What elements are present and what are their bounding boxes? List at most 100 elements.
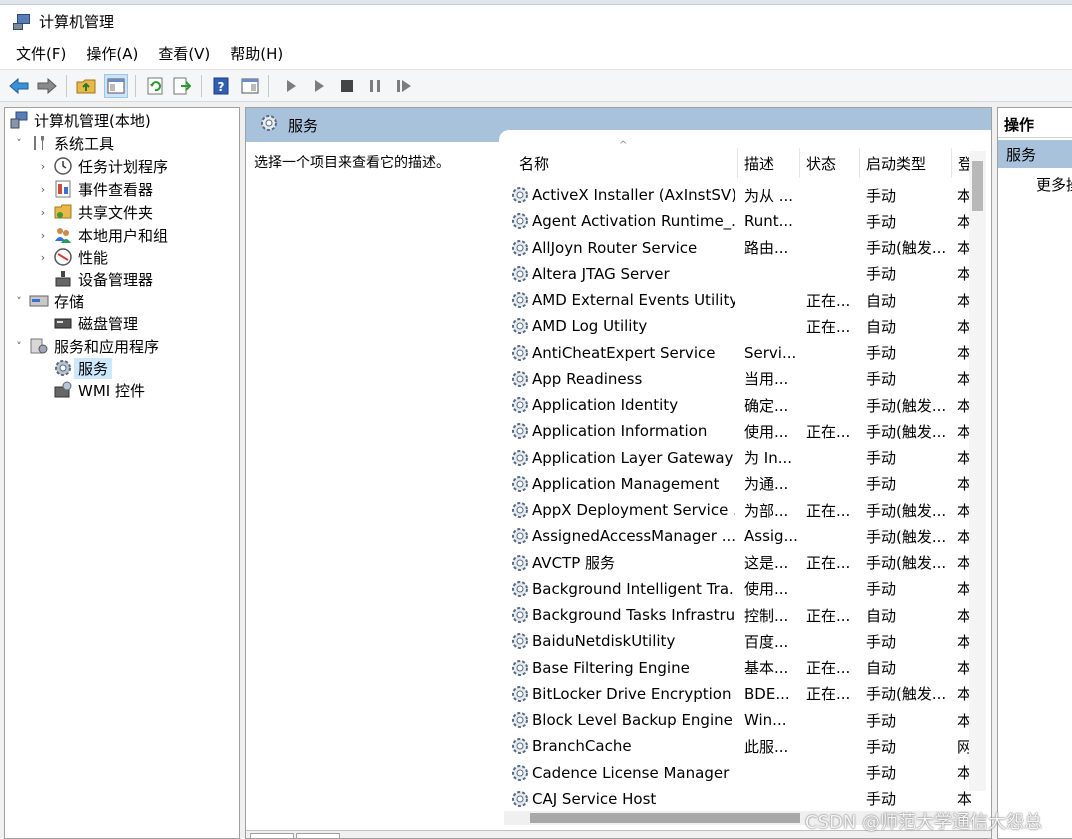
service-name: BitLocker Drive Encryption ... [532, 684, 735, 703]
service-row[interactable]: AMD Log Utility 正在... 自动本 [499, 313, 971, 339]
service-row[interactable]: ActiveX Installer (AxInstSV) 为从 ... 手动本 [499, 182, 971, 208]
expand-arrow-icon[interactable]: ˅ [11, 137, 27, 150]
service-name: Application Identity [532, 396, 679, 414]
service-description: 为部... [744, 501, 789, 520]
properties-pane-icon[interactable] [238, 74, 262, 98]
gear-icon [511, 422, 529, 444]
service-startup-type: 手动 [866, 449, 897, 467]
tree-item-computer-management[interactable]: 计算机管理(本地) [9, 109, 151, 131]
service-name: BranchCache [532, 737, 632, 756]
tree-item-event-viewer[interactable]: › 事件查看器 [35, 178, 153, 200]
expand-arrow-icon[interactable]: › [35, 206, 51, 219]
gear-icon [511, 527, 529, 549]
service-row[interactable]: Application Identity 确定... 手动(触发... 本 [499, 392, 971, 418]
column-header-startup-type[interactable]: 启动类型 [860, 148, 952, 178]
service-row[interactable]: Application Information 使用... 正在... 手动(触发..… [499, 418, 971, 444]
service-row[interactable]: Cadence License Manager 手动本 [499, 760, 971, 786]
gear-icon [511, 632, 529, 654]
start-service-alt-icon[interactable] [307, 74, 331, 98]
service-status: 正在... [806, 501, 851, 520]
service-row[interactable]: App Readiness 当用... 手动本 [499, 366, 971, 392]
export-list-icon[interactable] [170, 74, 194, 98]
gear-icon [511, 659, 529, 681]
service-row[interactable]: AVCTP 服务 这是... 正在... 手动(触发... 本 [499, 550, 971, 576]
service-row[interactable]: AppX Deployment Service ... 为部... 正在... 手动(… [499, 497, 971, 523]
service-row[interactable]: AMD External Events Utility 正在... 自动本 [499, 287, 971, 313]
column-header-name[interactable]: 名称 [513, 148, 738, 178]
service-name: AMD Log Utility [532, 317, 648, 336]
menu-help[interactable]: 帮助(H) [220, 43, 293, 64]
service-status [806, 471, 860, 497]
expand-arrow-icon[interactable]: ˅ [11, 295, 27, 308]
expand-arrow-icon[interactable]: › [35, 183, 51, 196]
service-row[interactable]: AssignedAccessManager ... Assig... 手动(触发..… [499, 523, 971, 549]
menu-action[interactable]: 操作(A) [76, 43, 148, 64]
forward-icon[interactable] [35, 74, 59, 98]
service-row[interactable]: Background Tasks Infrastru... 控制... 正在... 自… [499, 602, 971, 628]
service-row[interactable]: Background Intelligent Tra... 使用... 手动本 [499, 576, 971, 602]
column-header-status[interactable]: 状态 [800, 148, 860, 178]
service-description: 百度... [744, 632, 789, 651]
vertical-scroll-thumb[interactable] [972, 161, 983, 211]
expand-arrow-icon[interactable]: › [35, 160, 51, 173]
expand-arrow-icon[interactable]: › [35, 251, 51, 264]
gear-icon [511, 265, 529, 287]
service-startup-type: 自动 [866, 606, 897, 625]
services-apps-icon [29, 336, 49, 356]
tree-item-local-users-groups[interactable]: › 本地用户和组 [35, 224, 168, 246]
vertical-scrollbar[interactable] [969, 151, 986, 791]
menu-file[interactable]: 文件(F) [6, 43, 76, 64]
service-row[interactable]: AllJoyn Router Service 路由... 手动(触发... 本 [499, 235, 971, 261]
tree-item-system-tools[interactable]: ˅ 系统工具 [11, 132, 114, 154]
service-startup-type: 手动(触发... [866, 554, 947, 572]
tab-extended[interactable] [250, 833, 294, 838]
tree-item-wmi-control[interactable]: WMI 控件 [53, 379, 145, 401]
service-row[interactable]: Application Management 为通... 手动本 [499, 471, 971, 497]
more-actions-link[interactable]: 更多操 [1036, 174, 1072, 195]
service-name: Application Management [532, 474, 720, 493]
pause-service-icon[interactable] [363, 74, 387, 98]
tree-item-task-scheduler[interactable]: › 任务计划程序 [35, 155, 168, 177]
services-pane-title: 服务 [288, 116, 319, 135]
menu-bar: 文件(F) 操作(A) 查看(V) 帮助(H) [0, 38, 1072, 70]
service-row[interactable]: Block Level Backup Engine ... Win... 手动本 [499, 707, 971, 733]
restart-service-icon[interactable] [392, 74, 416, 98]
service-row[interactable]: BaiduNetdiskUtility 百度... 手动本 [499, 628, 971, 654]
service-description: Assig... [744, 527, 798, 546]
stop-service-icon[interactable] [335, 74, 359, 98]
horizontal-scroll-thumb[interactable] [530, 813, 800, 823]
service-row[interactable]: Application Layer Gateway ... 为 In... 手动本 [499, 445, 971, 471]
svg-text:?: ? [218, 80, 225, 94]
gear-icon [511, 764, 529, 786]
service-row[interactable]: BranchCache 此服... 手动网 [499, 733, 971, 759]
refresh-icon[interactable] [143, 74, 167, 98]
service-description: 确定... [744, 396, 789, 415]
service-row[interactable]: Base Filtering Engine 基本... 正在... 自动本 [499, 655, 971, 681]
tree-item-device-manager[interactable]: 设备管理器 [53, 268, 153, 290]
actions-section-services[interactable]: 服务 [998, 140, 1072, 168]
service-row[interactable]: BitLocker Drive Encryption ... BDE... 正在..… [499, 681, 971, 707]
service-row[interactable]: Agent Activation Runtime_... Runt... 手动本 [499, 208, 971, 234]
service-row[interactable]: AntiCheatExpert Service Servi... 手动本 [499, 340, 971, 366]
expand-arrow-icon[interactable]: ˅ [11, 340, 27, 353]
tree-item-performance[interactable]: › 性能 [35, 246, 108, 268]
menu-view[interactable]: 查看(V) [148, 43, 220, 64]
tree-item-services-applications[interactable]: ˅ 服务和应用程序 [11, 335, 159, 357]
tab-standard[interactable] [296, 833, 340, 838]
tree-item-shared-folders[interactable]: › 共享文件夹 [35, 201, 153, 223]
service-name: ActiveX Installer (AxInstSV) [532, 186, 735, 204]
tree-item-disk-management[interactable]: 磁盘管理 [53, 312, 138, 334]
back-icon[interactable] [7, 74, 31, 98]
service-description: BDE... [744, 684, 790, 703]
service-name: Block Level Backup Engine ... [532, 711, 735, 729]
tree-item-services[interactable]: 服务 [53, 357, 113, 379]
service-row[interactable]: Altera JTAG Server 手动本 [499, 261, 971, 287]
show-hide-tree-icon[interactable] [104, 74, 128, 98]
start-service-icon[interactable] [279, 74, 303, 98]
column-header-description[interactable]: 描述 [738, 148, 800, 178]
help-icon[interactable]: ? [209, 74, 233, 98]
up-folder-icon[interactable] [74, 74, 98, 98]
service-description [744, 786, 800, 812]
expand-arrow-icon[interactable]: › [35, 229, 51, 242]
tree-item-storage[interactable]: ˅ 存储 [11, 290, 84, 312]
